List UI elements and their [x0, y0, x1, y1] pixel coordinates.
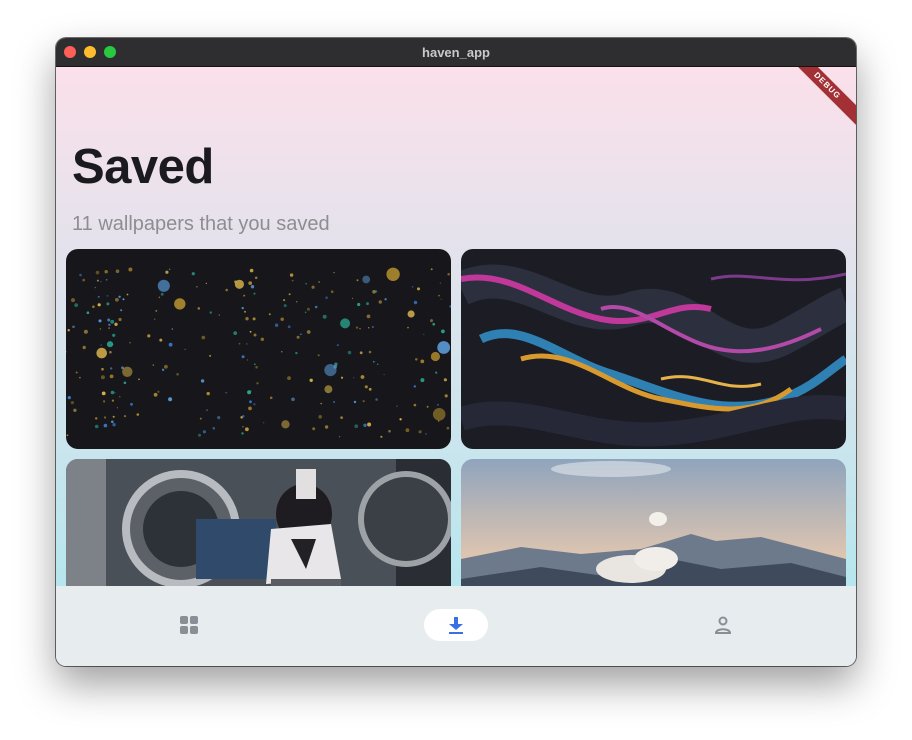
saved-page: DEBUG Saved 11 wallpapers that you saved — [56, 67, 856, 586]
wallpaper-thumbnail — [66, 459, 451, 586]
nav-profile[interactable] — [691, 609, 755, 641]
person-icon — [714, 616, 732, 634]
grid-icon — [180, 616, 198, 634]
wallpaper-card[interactable] — [66, 459, 451, 586]
title-bar: haven_app — [56, 38, 856, 67]
wallpaper-thumbnail — [66, 249, 451, 449]
window-title: haven_app — [422, 45, 490, 60]
wallpaper-card[interactable] — [66, 249, 451, 449]
page-subtitle: 11 wallpapers that you saved — [72, 213, 330, 235]
app-window: haven_app DEBUG Saved 11 wallpapers that… — [56, 38, 856, 666]
page-title: Saved — [72, 140, 214, 194]
debug-banner: DEBUG — [783, 67, 856, 130]
bottom-navigation-bar — [56, 586, 856, 666]
wallpaper-thumbnail — [461, 459, 846, 586]
nav-explore[interactable] — [157, 609, 221, 641]
wallpaper-card[interactable] — [461, 459, 846, 586]
download-icon — [449, 617, 463, 634]
nav-saved[interactable] — [424, 609, 488, 641]
wallpaper-card[interactable] — [461, 249, 846, 449]
wallpaper-thumbnail — [461, 249, 846, 449]
